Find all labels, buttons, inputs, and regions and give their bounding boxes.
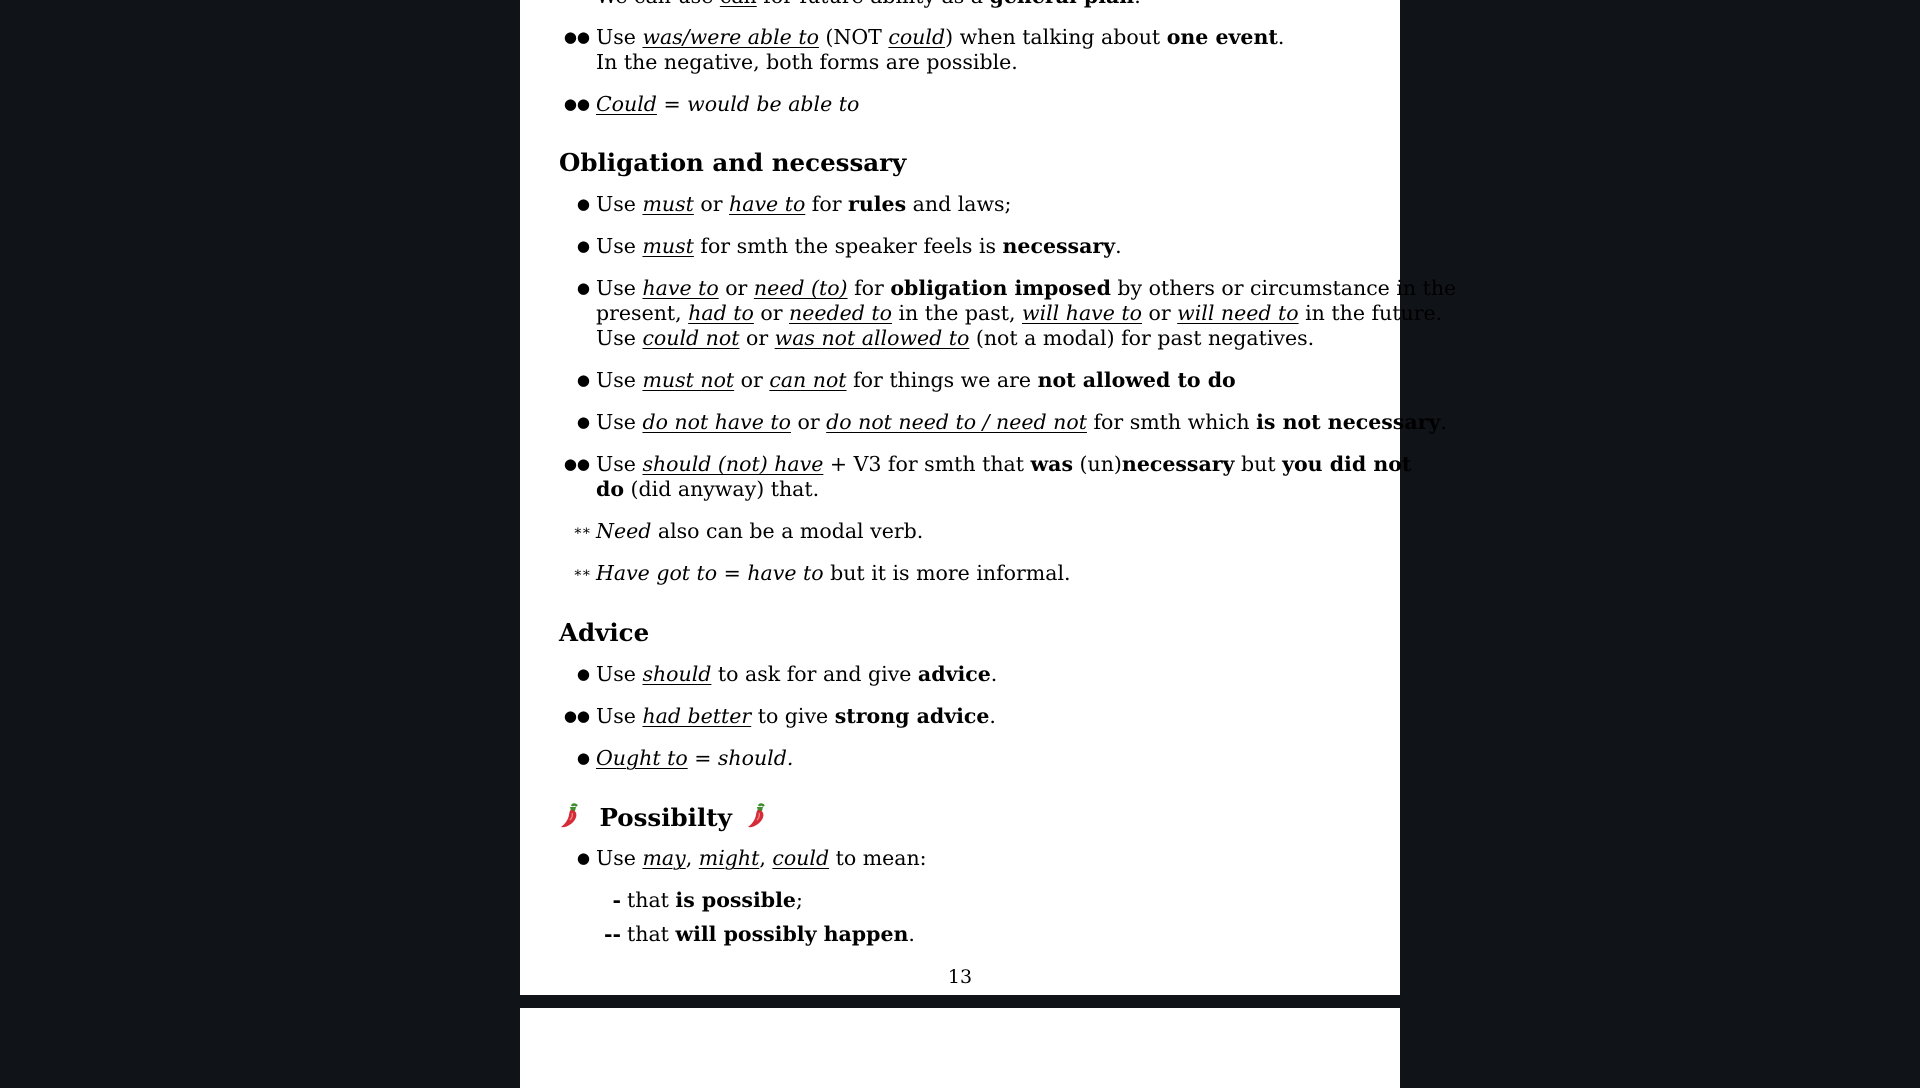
double-bullet-marker: ●●: [563, 95, 590, 113]
list-item-was-were-able-to: ●● Use was/were able to (NOT could) when…: [563, 25, 1285, 74]
section-heading-possibility: Possibilty: [559, 802, 772, 837]
chili-pepper-icon: [559, 802, 585, 837]
double-bullet-marker: ●●: [563, 707, 590, 725]
top-fragment-line: We can use can for future ability as a g…: [559, 0, 1396, 9]
list-item-could: ●● Could = would be able to: [563, 92, 860, 116]
list-item-do-not-have-to: ● Use do not have to or do not need to /…: [576, 410, 1447, 434]
list-item-should-not-have: ●● Use should (not) have + V3 for smth t…: [563, 452, 1412, 501]
double-bullet-marker: ●●: [563, 28, 590, 46]
bullet-marker: ●: [576, 279, 590, 297]
next-document-page: [520, 1008, 1400, 1088]
double-dash-marker: --: [603, 922, 621, 946]
bullet-marker: ●: [576, 849, 590, 867]
bullet-marker: ●: [576, 413, 590, 431]
list-item-had-better: ●● Use had better to give strong advice.: [563, 704, 996, 728]
list-item-must-not: ● Use must not or can not for things we …: [576, 368, 1236, 392]
list-item-must-have-to: ● Use must or have to for rules and laws…: [576, 192, 1012, 216]
bullet-marker: ●: [576, 195, 590, 213]
list-item-may-might-could: ● Use may, might, could to mean:: [576, 846, 927, 870]
bullet-marker: ●: [576, 665, 590, 683]
page-number: 13: [947, 966, 973, 988]
list-item-should-advice: ● Use should to ask for and give advice.: [576, 662, 998, 686]
dash-marker: -: [612, 888, 621, 912]
list-item-obligation-imposed: ● Use have to or need (to) for obligatio…: [576, 276, 1457, 350]
double-asterisk-marker: ∗∗: [572, 565, 591, 581]
double-bullet-marker: ●●: [563, 455, 590, 473]
section-heading-obligation: Obligation and necessary: [559, 148, 907, 177]
list-item-have-got-to: ∗∗ Have got to = have to but it is more …: [572, 561, 1071, 585]
list-item-must-necessary: ● Use must for smth the speaker feels is…: [576, 234, 1122, 258]
list-item-need-modal: ∗∗ Need also can be a modal verb.: [572, 519, 924, 543]
bullet-marker: ●: [576, 237, 590, 255]
sub-item-will-possibly-happen: -- that will possibly happen.: [603, 922, 915, 946]
section-heading-advice: Advice: [559, 618, 650, 647]
double-asterisk-marker: ∗∗: [572, 523, 591, 539]
document-page: We can use can for future ability as a g…: [520, 0, 1457, 995]
chili-pepper-icon: [746, 802, 772, 837]
bullet-marker: ●: [576, 371, 590, 389]
list-item-ought-to: ● Ought to = should.: [576, 746, 794, 770]
sub-item-is-possible: - that is possible;: [612, 888, 803, 912]
bullet-marker: ●: [576, 749, 590, 767]
